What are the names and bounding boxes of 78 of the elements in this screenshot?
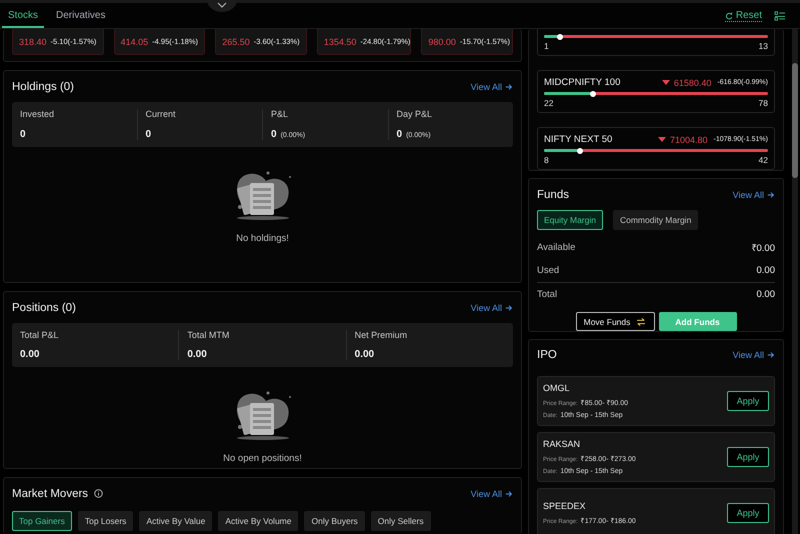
filter-chip[interactable]: Active By Volume <box>218 511 298 531</box>
index-price: 61580.40 <box>674 78 712 88</box>
filter-chip[interactable]: Top Losers <box>78 511 134 531</box>
ipo-name: RAKSAN <box>543 439 582 449</box>
view-all-link[interactable]: View All <box>732 190 775 200</box>
stock-price: 414.05 <box>120 36 148 46</box>
panel-title: IPO <box>537 349 557 361</box>
apply-button[interactable]: Apply <box>727 391 769 411</box>
index-card[interactable]: 1 13 <box>537 29 775 56</box>
arrow-right-icon <box>505 82 513 90</box>
arrow-right-icon <box>767 351 775 359</box>
arrow-right-icon <box>767 190 775 198</box>
stat-value: 0 <box>271 129 277 140</box>
fund-value: ₹0.00 <box>752 242 775 254</box>
stock-price: 1354.50 <box>324 36 356 46</box>
down-triangle-icon <box>662 80 670 85</box>
declines-count: 13 <box>758 41 768 51</box>
scrollbar-thumb[interactable] <box>792 63 798 178</box>
filter-chip[interactable]: Top Gainers <box>12 511 72 531</box>
down-triangle-icon <box>658 137 666 142</box>
index-price: 71004.80 <box>670 134 708 144</box>
swap-arrows-icon <box>636 318 646 326</box>
margin-tab[interactable]: Commodity Margin <box>612 210 698 230</box>
fund-value: 0.00 <box>756 289 775 300</box>
stat-label: Total MTM <box>187 330 230 340</box>
panel-title: Market Movers <box>12 488 88 500</box>
empty-state-text: No holdings! <box>236 233 289 244</box>
index-name: MIDCPNIFTY 100 <box>544 77 622 88</box>
ipo-name: OMGL <box>543 383 571 393</box>
declines-count: 42 <box>758 155 768 165</box>
stat-value: 0 <box>396 129 402 140</box>
stat-label: P&L <box>271 109 290 119</box>
ipo-name: SPEEDEX <box>543 501 587 511</box>
apply-button[interactable]: Apply <box>727 447 769 467</box>
stat-value: 0 <box>146 129 152 140</box>
advances-count: 1 <box>544 41 549 51</box>
stat-value: 0.00 <box>354 349 374 360</box>
stat-label: Current <box>146 109 177 119</box>
stat-value: 0.00 <box>20 349 40 360</box>
apply-button[interactable]: Apply <box>727 503 769 523</box>
filter-chip[interactable]: Only Sellers <box>370 511 431 531</box>
panel-title: Positions (0) <box>12 302 76 314</box>
view-all-link[interactable]: View All <box>470 488 513 498</box>
stat-label: Total P&L <box>20 330 60 340</box>
fund-value: 0.00 <box>756 265 775 276</box>
fund-label: Used <box>537 265 560 276</box>
view-all-link[interactable]: View All <box>470 82 513 92</box>
reset-button[interactable]: Reset <box>724 10 762 22</box>
stat-value: 0.00 <box>187 349 207 360</box>
collapse-handle-icon[interactable] <box>207 0 237 12</box>
tab[interactable]: Derivatives <box>50 10 112 28</box>
filter-list-icon[interactable] <box>774 11 786 21</box>
move-funds-button[interactable]: Move Funds <box>576 312 654 331</box>
stat-label: Invested <box>20 109 56 119</box>
stock-price: 318.40 <box>19 36 47 46</box>
arrow-right-icon <box>505 304 513 312</box>
stock-price: 265.50 <box>222 36 250 46</box>
empty-state-text: No open positions! <box>223 453 302 464</box>
fund-label: Total <box>537 289 558 300</box>
fund-label: Available <box>537 242 576 253</box>
stat-label: Day P&L <box>396 109 434 119</box>
stat-label: Net Premium <box>354 330 408 340</box>
index-name: NIFTY NEXT 50 <box>544 134 614 145</box>
filter-chip[interactable]: Only Buyers <box>304 511 365 531</box>
refresh-icon <box>724 12 733 20</box>
margin-tab[interactable]: Equity Margin <box>537 210 603 230</box>
advances-count: 22 <box>544 98 554 108</box>
arrow-right-icon <box>505 490 513 498</box>
view-all-link[interactable]: View All <box>732 350 775 360</box>
panel-title: Funds <box>537 188 569 200</box>
filter-chip[interactable]: Active By Value <box>139 511 212 531</box>
panel-title: Holdings (0) <box>12 80 74 92</box>
advances-count: 8 <box>544 155 549 165</box>
stock-price: 980.00 <box>428 36 456 46</box>
view-all-link[interactable]: View All <box>470 302 513 312</box>
stat-value: 0 <box>20 129 26 140</box>
declines-count: 78 <box>758 98 768 108</box>
info-icon[interactable] <box>94 489 104 498</box>
